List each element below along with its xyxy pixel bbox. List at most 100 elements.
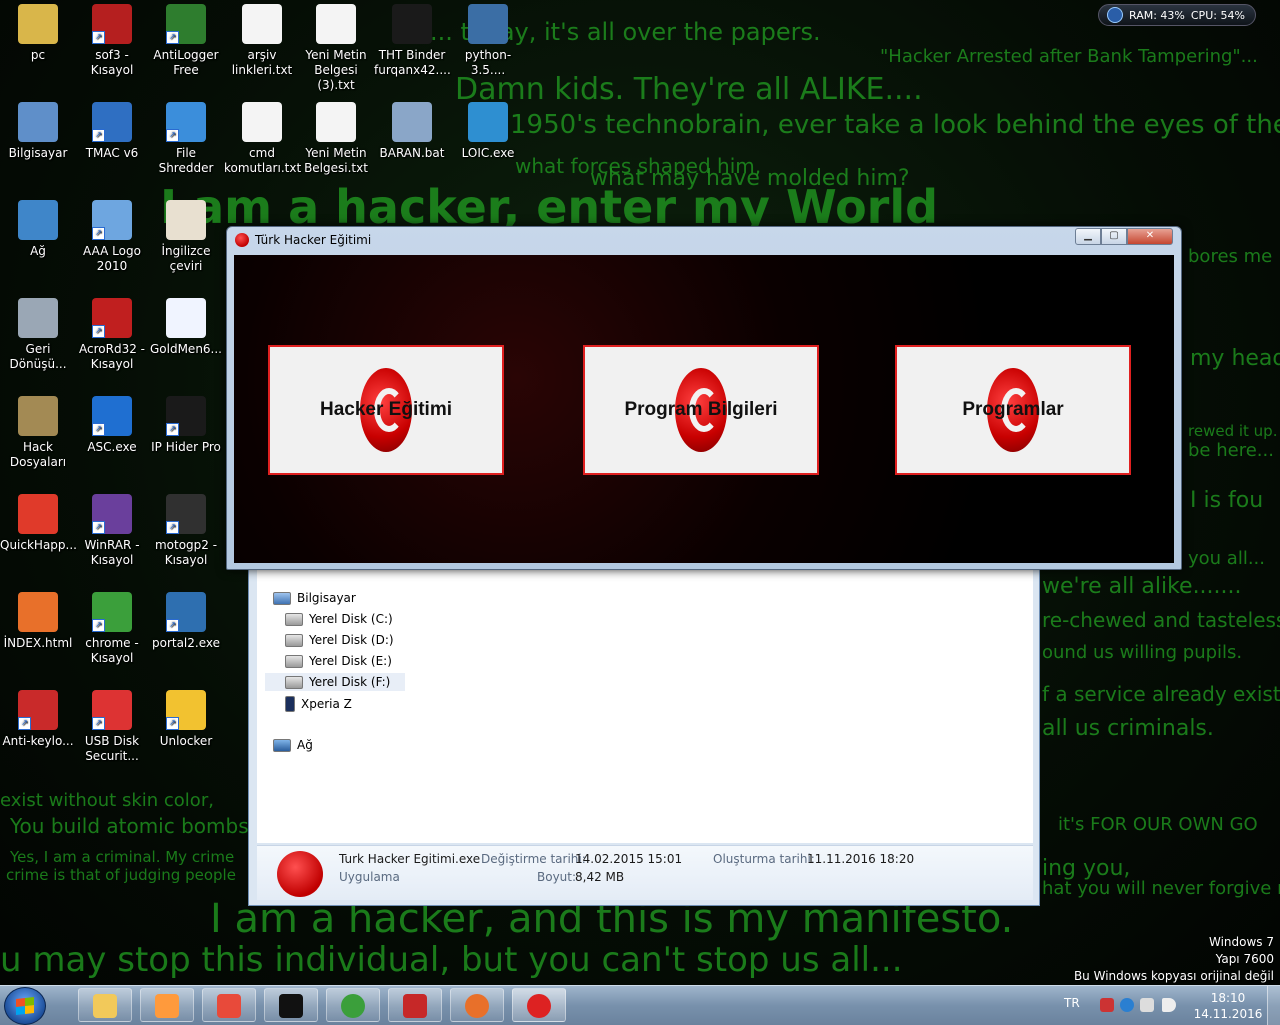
desktop-icon[interactable]: Yeni Metin Belgesi (3).txt	[298, 4, 374, 93]
desktop-icon-label: GoldMen6...	[149, 342, 222, 356]
turk-hacker-window[interactable]: Türk Hacker Eğitimi ▁ ▢ ✕ Hacker Eğitimi…	[226, 226, 1182, 570]
desktop-icon[interactable]: pc	[0, 4, 76, 63]
file-list-area[interactable]	[409, 561, 1033, 843]
system-monitor-gadget[interactable]: RAM: 43% CPU: 54%	[1098, 4, 1256, 26]
desktop-item-icon	[316, 4, 356, 44]
desktop-icon[interactable]: İNDEX.html	[0, 592, 76, 651]
desktop-icon[interactable]: cmd komutları.txt	[224, 102, 301, 176]
explorer-window[interactable]: Bilgisayar Yerel Disk (C:) Yerel Disk (D…	[248, 560, 1040, 906]
desktop-icon[interactable]: Bilgisayar	[0, 102, 76, 161]
desktop-icon[interactable]: THT Binder furqanx42....	[374, 4, 451, 78]
clock[interactable]: 18:10 14.11.2016	[1192, 990, 1264, 1022]
desktop-item-icon	[18, 102, 58, 142]
desktop-icon[interactable]: Geri Dönüşü...	[0, 298, 76, 372]
tree-item-network[interactable]: Ağ	[273, 738, 313, 752]
start-button[interactable]	[4, 987, 46, 1025]
desktop-icon[interactable]: ↗ ASC.exe	[74, 396, 150, 455]
desktop-item-icon	[18, 592, 58, 632]
window-titlebar[interactable]: Türk Hacker Eğitimi ▁ ▢ ✕	[227, 227, 1181, 253]
show-desktop-button[interactable]	[1267, 986, 1280, 1025]
taskbar-button[interactable]	[140, 988, 194, 1022]
phone-icon	[285, 696, 295, 712]
desktop-icon[interactable]: QuickHapp...	[0, 494, 77, 553]
desktop-icon-label: LOIC.exe	[461, 146, 515, 160]
desktop-icon[interactable]: ↗ IP Hider Pro	[148, 396, 224, 455]
desktop-icon[interactable]: ↗ USB Disk Securit...	[74, 690, 150, 764]
tree-item-computer[interactable]: Bilgisayar	[273, 591, 356, 605]
program-bilgileri-button[interactable]: Program Bilgileri	[583, 345, 819, 475]
desktop-icon[interactable]: LOIC.exe	[450, 102, 526, 161]
desktop-item-icon	[316, 102, 356, 142]
desktop-icon[interactable]: ↗ motogp2 - Kısayol	[148, 494, 224, 568]
desktop-icon[interactable]: arşiv linkleri.txt	[224, 4, 300, 78]
genuine-notice: Bu Windows kopyası orijinal değil	[1073, 969, 1274, 983]
os-build: Yapı 7600	[1215, 952, 1274, 966]
desktop-icon[interactable]: ↗ TMAC v6	[74, 102, 150, 161]
action-center-icon[interactable]	[1100, 998, 1114, 1012]
language-indicator[interactable]: TR	[1064, 996, 1080, 1010]
device-icon[interactable]	[1140, 998, 1154, 1012]
desktop-item-icon	[392, 102, 432, 142]
taskbar-button[interactable]	[264, 988, 318, 1022]
desktop-icon[interactable]: ↗ Unlocker	[148, 690, 224, 749]
shortcut-arrow-icon: ↗	[166, 423, 179, 436]
taskbar-button[interactable]	[326, 988, 380, 1022]
desktop-icon[interactable]: GoldMen6...	[148, 298, 224, 357]
tree-item-drive-d[interactable]: Yerel Disk (D:)	[285, 633, 394, 647]
desktop-icon[interactable]: ↗ portal2.exe	[148, 592, 224, 651]
desktop-icon[interactable]: ↗ AcroRd32 - Kısayol	[74, 298, 150, 372]
shortcut-arrow-icon: ↗	[92, 521, 105, 534]
desktop-item-icon: ↗	[92, 396, 132, 436]
desktop-icon[interactable]: ↗ File Shredder	[148, 102, 224, 176]
taskbar-button[interactable]	[202, 988, 256, 1022]
taskbar-button[interactable]	[450, 988, 504, 1022]
desktop-icon[interactable]: Hack Dosyaları	[0, 396, 76, 470]
created-label: Oluşturma tarihi:	[713, 852, 815, 866]
taskbar-button[interactable]	[512, 988, 566, 1022]
os-name: Windows 7	[1208, 935, 1274, 949]
desktop-icon-label: QuickHapp...	[0, 538, 77, 552]
tree-item-drive-e[interactable]: Yerel Disk (E:)	[285, 654, 392, 668]
desktop-icon[interactable]: ↗ WinRAR - Kısayol	[74, 494, 150, 568]
desktop-item-icon: ↗	[166, 102, 206, 142]
desktop-icon-label: TMAC v6	[85, 146, 139, 160]
desktop-icon[interactable]: ↗ sof3 - Kısayol	[74, 4, 150, 78]
volume-icon[interactable]	[1162, 998, 1176, 1012]
tree-item-drive-c[interactable]: Yerel Disk (C:)	[285, 612, 393, 626]
desktop-item-icon	[18, 396, 58, 436]
desktop-icon-label: sof3 - Kısayol	[90, 48, 134, 77]
desktop-icon[interactable]: BARAN.bat	[374, 102, 450, 161]
desktop-icon-label: USB Disk Securit...	[84, 734, 140, 763]
desktop-icon[interactable]: ↗ AAA Logo 2010	[74, 200, 150, 274]
network-status-icon[interactable]	[1120, 998, 1134, 1012]
desktop-icon[interactable]: İngilizce çeviri	[148, 200, 224, 274]
desktop-icon[interactable]: Yeni Metin Belgesi.txt	[298, 102, 374, 176]
taskbar-button[interactable]	[78, 988, 132, 1022]
close-button[interactable]: ✕	[1127, 228, 1173, 245]
desktop-icon-label: python-3.5....	[464, 48, 512, 77]
desktop-item-icon: ↗	[18, 690, 58, 730]
hacker-egitimi-button[interactable]: Hacker Eğitimi	[268, 345, 504, 475]
desktop-icon[interactable]: ↗ AntiLogger Free	[148, 4, 224, 78]
wallpaper-text: bores me	[1188, 246, 1273, 267]
desktop-item-icon	[242, 4, 282, 44]
programlar-button[interactable]: Programlar	[895, 345, 1131, 475]
desktop-icon[interactable]: python-3.5....	[450, 4, 526, 78]
shortcut-arrow-icon: ↗	[92, 129, 105, 142]
navigation-pane[interactable]: Bilgisayar Yerel Disk (C:) Yerel Disk (D…	[257, 561, 410, 843]
desktop-icon-label: portal2.exe	[151, 636, 221, 650]
windows-watermark: Windows 7 Yapı 7600 Bu Windows kopyası o…	[1074, 934, 1274, 985]
wallpaper-text: u may stop this individual, but you can'…	[0, 940, 903, 980]
taskbar-button[interactable]	[388, 988, 442, 1022]
desktop-icon[interactable]: ↗ chrome - Kısayol	[74, 592, 150, 666]
desktop-icon-label: IP Hider Pro	[151, 440, 221, 454]
desktop-icon[interactable]: Ağ	[0, 200, 76, 259]
tree-item-xperia[interactable]: Xperia Z	[285, 696, 352, 712]
wallpaper-text: exist without skin color,	[0, 790, 214, 811]
minimize-button[interactable]: ▁	[1075, 228, 1101, 245]
maximize-button[interactable]: ▢	[1101, 228, 1127, 245]
tree-item-drive-f[interactable]: Yerel Disk (F:)	[265, 673, 405, 691]
desktop-icon-label: WinRAR - Kısayol	[84, 538, 140, 567]
shortcut-arrow-icon: ↗	[166, 31, 179, 44]
desktop-icon[interactable]: ↗ Anti-keylo...	[0, 690, 76, 749]
